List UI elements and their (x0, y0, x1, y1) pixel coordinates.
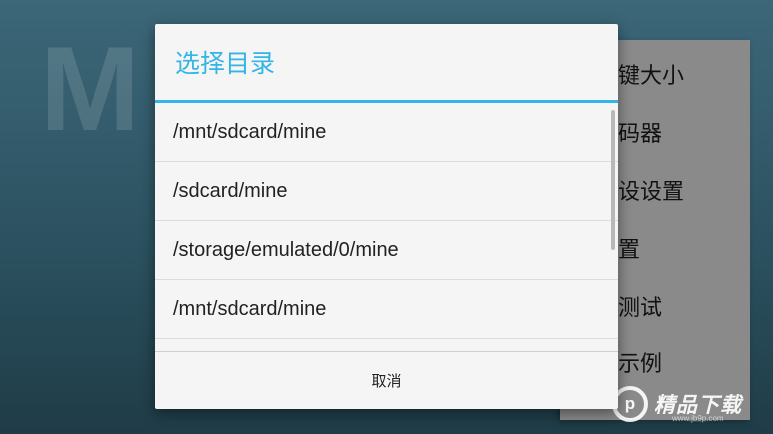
choose-directory-dialog: 选择目录 /mnt/sdcard/mine /sdcard/mine /stor… (155, 24, 618, 409)
side-menu-item[interactable]: 置 (618, 232, 640, 264)
directory-option[interactable]: /storage/emulated/0/mine (155, 221, 618, 280)
side-menu-item[interactable]: 设设置 (618, 174, 684, 206)
list-scrollbar[interactable] (611, 110, 615, 250)
side-menu-item[interactable]: 示例 (618, 346, 662, 378)
directory-option[interactable]: /sdcard/mine (155, 162, 618, 221)
directory-option[interactable]: /mnt/sdcard/mine (155, 280, 618, 339)
side-menu-item[interactable]: 测试 (618, 290, 662, 322)
side-menu-item[interactable]: 码器 (618, 116, 662, 148)
watermark-url: www.jb9p.com (672, 414, 724, 423)
dialog-title: 选择目录 (175, 49, 276, 78)
cancel-button[interactable]: 取消 (155, 352, 618, 409)
side-menu-item[interactable]: 键大小 (618, 58, 684, 90)
background-logo-letter: M (40, 22, 140, 156)
directory-list[interactable]: /mnt/sdcard/mine /sdcard/mine /storage/e… (155, 103, 618, 351)
directory-option[interactable]: /mnt/sdcard/mine (155, 103, 618, 162)
directory-option-partial[interactable] (155, 339, 618, 351)
